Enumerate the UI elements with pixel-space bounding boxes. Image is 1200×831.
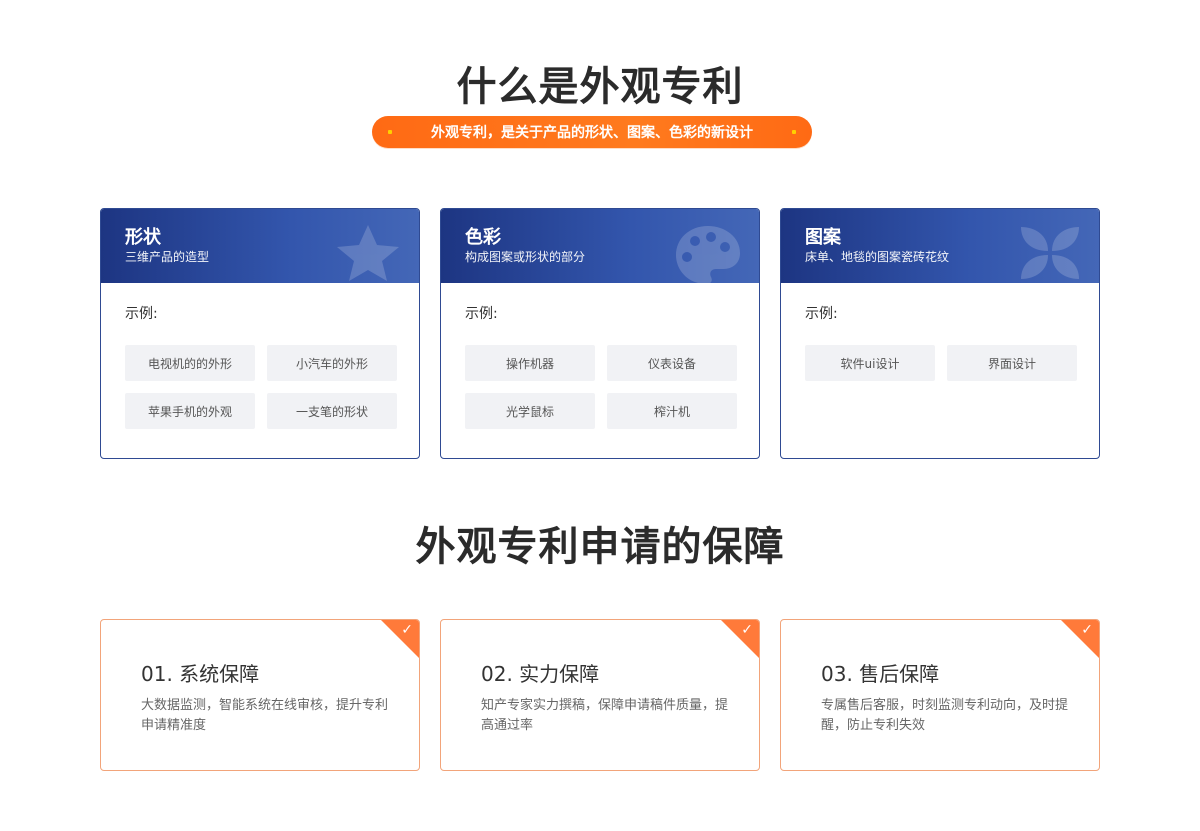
example-chip[interactable]: 苹果手机的外观 — [125, 393, 255, 429]
card-header: 色彩 构成图案或形状的部分 — [441, 209, 759, 283]
feature-card-strength: ✓ 02. 实力保障 知产专家实力撰稿，保障申请稿件质量，提高通过率 — [440, 619, 760, 771]
example-label: 示例: — [125, 306, 158, 322]
card-shape: 形状 三维产品的造型 示例: 电视机的的外形 小汽车的外形 苹果手机的外观 一支… — [100, 208, 420, 459]
check-icon: ✓ — [1081, 622, 1093, 638]
example-chip[interactable]: 软件ui设计 — [805, 345, 935, 381]
example-chip[interactable]: 电视机的的外形 — [125, 345, 255, 381]
card-header: 图案 床单、地毯的图案瓷砖花纹 — [781, 209, 1099, 283]
feature-card-aftersales: ✓ 03. 售后保障 专属售后客服，时刻监测专利动向，及时提醒，防止专利失效 — [780, 619, 1100, 771]
example-label: 示例: — [805, 306, 838, 322]
corner-badge — [380, 620, 419, 659]
feature-title: 01. 系统保障 — [141, 662, 260, 686]
feature-desc: 大数据监测，智能系统在线审核，提升专利申请精准度 — [141, 698, 389, 733]
example-chips: 电视机的的外形 小汽车的外形 苹果手机的外观 一支笔的形状 — [125, 345, 397, 429]
feature-desc: 专属售后客服，时刻监测专利动向，及时提醒，防止专利失效 — [821, 698, 1069, 733]
example-chips: 软件ui设计 界面设计 — [805, 345, 1077, 381]
card-color: 色彩 构成图案或形状的部分 示例: 操作机器 仪表设备 光学鼠标 榨汁机 — [440, 208, 760, 459]
example-chip[interactable]: 操作机器 — [465, 345, 595, 381]
example-chip[interactable]: 一支笔的形状 — [267, 393, 397, 429]
check-icon: ✓ — [741, 622, 753, 638]
corner-badge — [720, 620, 759, 659]
example-label: 示例: — [465, 306, 498, 322]
pattern-icon — [1021, 227, 1079, 279]
check-icon: ✓ — [401, 622, 413, 638]
feature-desc: 知产专家实力撰稿，保障申请稿件质量，提高通过率 — [481, 698, 729, 733]
definition-banner: 外观专利，是关于产品的形状、图案、色彩的新设计 — [372, 116, 812, 148]
example-chip[interactable]: 榨汁机 — [607, 393, 737, 429]
section-title-what-is: 什么是外观专利 — [456, 64, 744, 110]
corner-badge — [1060, 620, 1099, 659]
feature-card-system: ✓ 01. 系统保障 大数据监测，智能系统在线审核，提升专利申请精准度 — [100, 619, 420, 771]
banner-dot-right — [792, 130, 796, 134]
section-title-guarantee: 外观专利申请的保障 — [415, 524, 785, 570]
feature-title: 03. 售后保障 — [821, 662, 940, 686]
example-chip[interactable]: 小汽车的外形 — [267, 345, 397, 381]
star-icon — [337, 225, 399, 281]
card-pattern: 图案 床单、地毯的图案瓷砖花纹 示例: 软件ui设计 界面设计 — [780, 208, 1100, 459]
palette-icon — [676, 226, 740, 283]
example-chip[interactable]: 界面设计 — [947, 345, 1077, 381]
example-chips: 操作机器 仪表设备 光学鼠标 榨汁机 — [465, 345, 737, 429]
example-chip[interactable]: 光学鼠标 — [465, 393, 595, 429]
banner-text: 外观专利，是关于产品的形状、图案、色彩的新设计 — [431, 125, 753, 141]
feature-title: 02. 实力保障 — [481, 662, 600, 686]
example-chip[interactable]: 仪表设备 — [607, 345, 737, 381]
banner-dot-left — [388, 130, 392, 134]
card-header: 形状 三维产品的造型 — [101, 209, 419, 283]
